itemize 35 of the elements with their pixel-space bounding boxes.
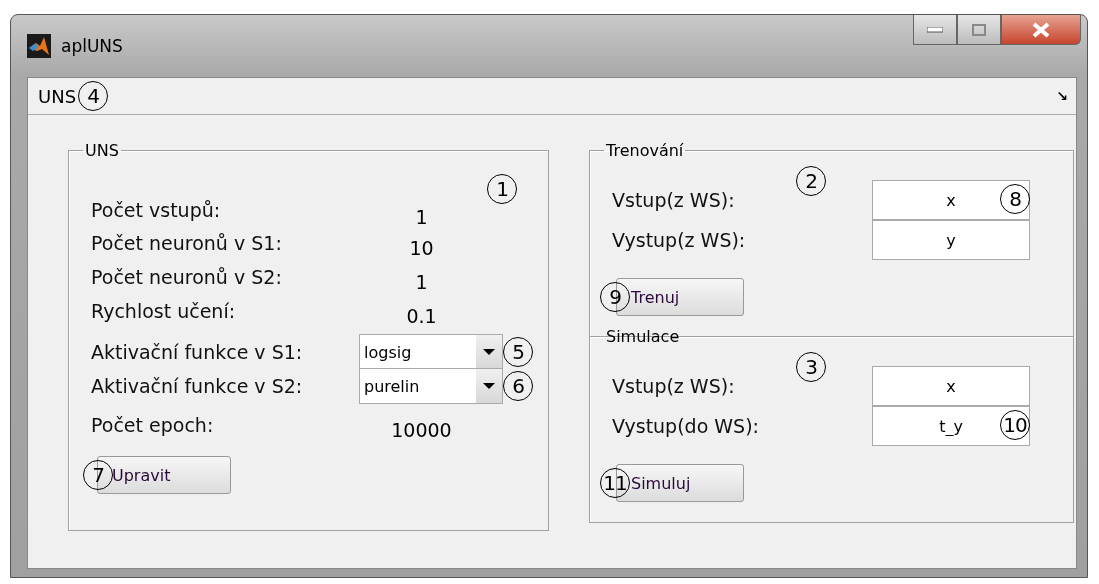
parameter-value: 0.1 <box>405 304 438 327</box>
field-label: Vystup(do WS): <box>612 415 760 437</box>
parameter-label: Počet neuronů v S2: <box>91 266 283 288</box>
minimize-icon <box>927 26 943 33</box>
caret-icon <box>483 382 495 390</box>
maximize-icon <box>972 23 986 36</box>
field-label: Vstup(z WS): <box>612 375 736 397</box>
parameter-value: 10000 <box>390 418 453 441</box>
field-label: Vstup(z WS): <box>612 189 736 211</box>
caret-icon <box>483 348 495 356</box>
close-icon <box>1031 21 1051 38</box>
dropdown[interactable]: logsig <box>359 334 503 370</box>
maximize-button[interactable] <box>957 15 1001 45</box>
minimize-button[interactable] <box>913 15 957 45</box>
parameter-label: Počet vstupů: <box>91 199 222 221</box>
dropdown[interactable]: purelin <box>359 368 503 404</box>
parameter-value: 1 <box>414 270 429 293</box>
parameter-value: 10 <box>408 236 435 259</box>
group-title: Trenování <box>605 141 685 160</box>
parameter-label: Aktivační funkce v S2: <box>91 375 304 397</box>
close-button[interactable] <box>1001 15 1081 45</box>
parameter-label: Aktivační funkce v S1: <box>91 341 304 363</box>
parameter-label: Počet neuronů v S1: <box>91 232 283 254</box>
window-title: aplUNS <box>61 36 123 56</box>
app-logo-icon <box>27 34 51 58</box>
group-title: Simulace <box>605 327 681 346</box>
parameter-label: Počet epoch: <box>91 414 215 436</box>
menu-item[interactable]: UNS <box>38 85 77 107</box>
text-field[interactable]: y <box>872 220 1030 260</box>
parameter-label: Rychlost učení: <box>91 300 237 322</box>
group-title: UNS <box>84 141 120 160</box>
field-label: Vystup(z WS): <box>612 229 747 251</box>
corner-arrow[interactable]: ↘ <box>1056 88 1068 104</box>
text-field[interactable]: x <box>872 366 1030 406</box>
parameter-value: 1 <box>414 205 429 228</box>
